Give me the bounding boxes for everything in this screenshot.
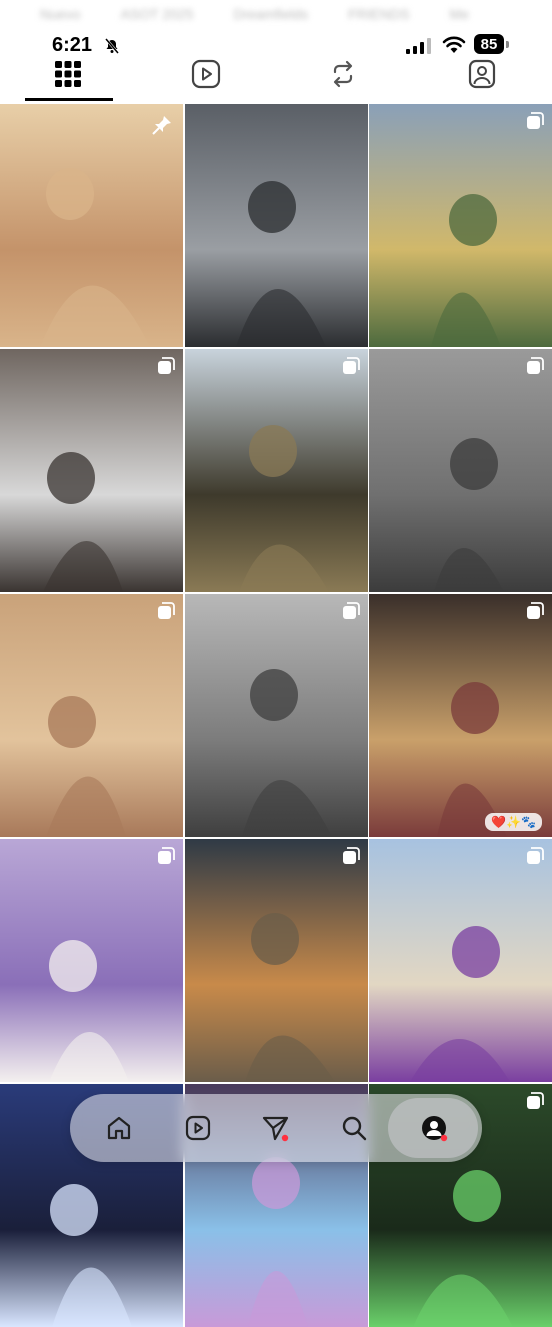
repost-icon	[333, 60, 353, 88]
tab-posts-grid[interactable]	[38, 52, 98, 96]
carousel-icon	[158, 357, 175, 374]
carousel-icon	[343, 847, 360, 864]
reels-icon	[191, 59, 221, 89]
grid-post-thumbnail[interactable]	[0, 349, 183, 592]
carousel-icon	[527, 357, 544, 374]
tab-tagged[interactable]	[452, 52, 512, 96]
post-image	[0, 839, 183, 1082]
post-image	[369, 349, 552, 592]
battery-level: 85	[480, 35, 498, 53]
grid-post-thumbnail[interactable]	[185, 839, 368, 1082]
bottom-nav-bar	[70, 1094, 482, 1162]
notification-dot	[440, 1134, 448, 1142]
grid-icon	[55, 61, 81, 87]
grid-post-thumbnail[interactable]	[185, 104, 368, 347]
send-icon	[262, 1116, 289, 1142]
grid-post-thumbnail[interactable]: ❤️✨🐾	[369, 594, 552, 837]
nav-profile[interactable]	[414, 1108, 454, 1148]
carousel-icon	[527, 602, 544, 619]
nav-reels[interactable]	[178, 1108, 218, 1148]
nav-search[interactable]	[334, 1108, 374, 1148]
post-image	[0, 594, 183, 837]
grid-post-thumbnail[interactable]	[369, 349, 552, 592]
grid-post-thumbnail[interactable]	[0, 104, 183, 347]
nav-messages[interactable]	[256, 1108, 296, 1148]
carousel-icon	[343, 357, 360, 374]
tagged-person-icon	[468, 59, 496, 89]
highlight-label: Nuevo	[40, 6, 81, 22]
notification-dot	[281, 1134, 289, 1142]
sticker-badge: ❤️✨🐾	[485, 813, 542, 831]
search-icon	[342, 1116, 367, 1141]
post-image	[185, 349, 368, 592]
grid-post-thumbnail[interactable]	[369, 104, 552, 347]
reels-icon	[185, 1115, 211, 1141]
blurred-highlights-row: Nuevo ASOT 2025 Dreamfields FRIENDS Me	[0, 0, 552, 28]
post-image	[0, 104, 183, 347]
carousel-icon	[158, 602, 175, 619]
post-image	[185, 594, 368, 837]
tab-reposts[interactable]	[313, 52, 373, 96]
grid-post-thumbnail[interactable]	[185, 349, 368, 592]
highlight-label: ASOT 2025	[120, 6, 194, 22]
grid-post-thumbnail[interactable]	[0, 594, 183, 837]
home-icon	[107, 1116, 131, 1140]
profile-tabs	[0, 52, 552, 102]
carousel-icon	[527, 112, 544, 129]
tab-reels[interactable]	[176, 52, 236, 96]
post-image	[369, 594, 552, 837]
carousel-icon	[527, 1092, 544, 1109]
nav-home[interactable]	[99, 1108, 139, 1148]
post-image	[0, 349, 183, 592]
post-image	[369, 839, 552, 1082]
post-image	[369, 104, 552, 347]
carousel-icon	[158, 847, 175, 864]
grid-post-thumbnail[interactable]	[185, 594, 368, 837]
carousel-icon	[527, 847, 544, 864]
highlight-label: FRIENDS	[348, 6, 410, 22]
grid-post-thumbnail[interactable]	[0, 839, 183, 1082]
carousel-icon	[343, 602, 360, 619]
active-tab-indicator	[25, 98, 113, 101]
post-image	[185, 104, 368, 347]
battery-tip	[506, 41, 509, 48]
profile-avatar-icon	[422, 1116, 448, 1142]
highlight-label: Dreamfields	[233, 6, 309, 22]
post-image	[185, 839, 368, 1082]
battery-indicator: 85	[474, 34, 504, 54]
highlight-label: Me	[449, 6, 469, 22]
grid-post-thumbnail[interactable]	[369, 839, 552, 1082]
pin-icon	[152, 116, 171, 135]
